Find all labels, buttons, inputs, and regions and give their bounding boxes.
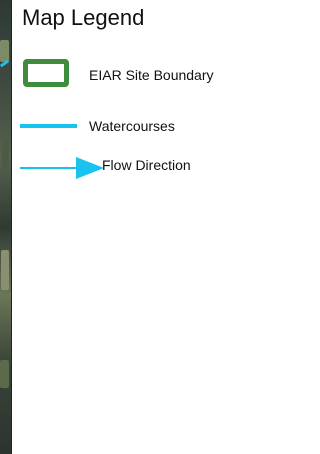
legend-box: Map Legend EIAR Site Boundary Watercours…	[12, 0, 292, 454]
map-edge-strip	[0, 0, 11, 454]
watercourse-line-icon	[20, 124, 77, 128]
legend-item-flow-direction: Flow Direction	[12, 0, 292, 179]
legend-item-label: Watercourses	[89, 118, 175, 134]
map-terrain-patch	[2, 140, 9, 170]
site-boundary-symbol-icon	[23, 59, 69, 87]
map-terrain-patch	[0, 360, 9, 388]
flow-direction-arrow-icon	[20, 157, 104, 179]
legend-item-label: Flow Direction	[102, 157, 191, 173]
map-terrain-patch	[1, 250, 9, 290]
map-terrain-patch	[0, 40, 9, 62]
map-legend-panel: Map Legend EIAR Site Boundary Watercours…	[0, 0, 292, 454]
legend-item-label: EIAR Site Boundary	[89, 67, 214, 83]
